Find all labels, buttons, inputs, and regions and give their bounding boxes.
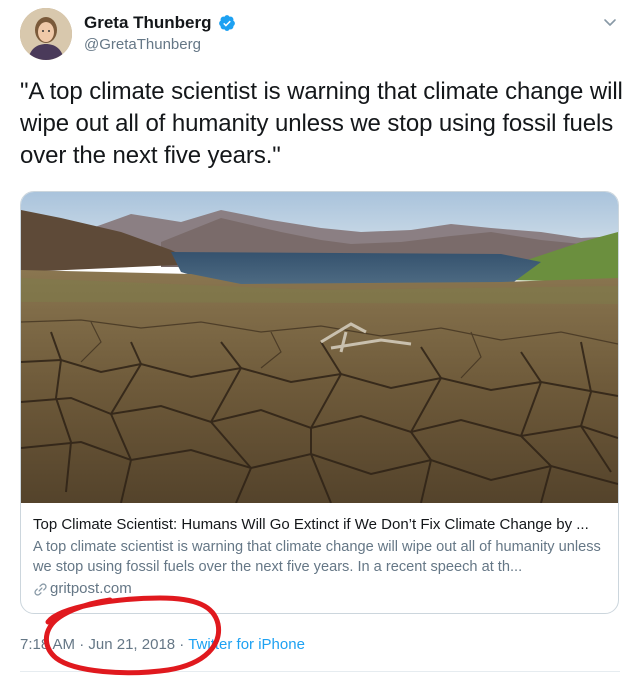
tweet: Greta Thunberg @GretaThunberg "A top cli… bbox=[0, 0, 640, 691]
avatar[interactable] bbox=[20, 8, 72, 60]
card-domain[interactable]: gritpost.com bbox=[50, 579, 132, 599]
card-title[interactable]: Top Climate Scientist: Humans Will Go Ex… bbox=[33, 515, 611, 535]
link-icon bbox=[33, 582, 48, 597]
author-name[interactable]: Greta Thunberg bbox=[84, 13, 212, 33]
tweet-time[interactable]: 7:18 AM bbox=[20, 636, 75, 653]
link-card[interactable]: Top Climate Scientist: Humans Will Go Ex… bbox=[20, 191, 619, 614]
verified-badge-icon bbox=[218, 14, 236, 32]
tweet-text: "A top climate scientist is warning that… bbox=[20, 78, 623, 169]
author-name-row[interactable]: Greta Thunberg bbox=[84, 13, 236, 33]
card-domain-row[interactable]: gritpost.com bbox=[33, 579, 611, 599]
card-body: Top Climate Scientist: Humans Will Go Ex… bbox=[33, 515, 611, 599]
meta-separator: · bbox=[175, 636, 189, 653]
tweet-meta: 7:18 AM · Jun 21, 2018 · Twitter for iPh… bbox=[20, 636, 305, 653]
divider bbox=[20, 671, 620, 672]
tweet-source-link[interactable]: Twitter for iPhone bbox=[188, 636, 305, 653]
card-description: A top climate scientist is warning that … bbox=[33, 539, 601, 575]
avatar-image bbox=[20, 8, 72, 60]
chevron-down-icon[interactable] bbox=[602, 14, 618, 30]
author-handle[interactable]: @GretaThunberg bbox=[84, 36, 201, 53]
card-image-cracked-earth bbox=[21, 192, 618, 503]
tweet-date[interactable]: Jun 21, 2018 bbox=[88, 636, 175, 653]
meta-separator: · bbox=[75, 636, 89, 653]
